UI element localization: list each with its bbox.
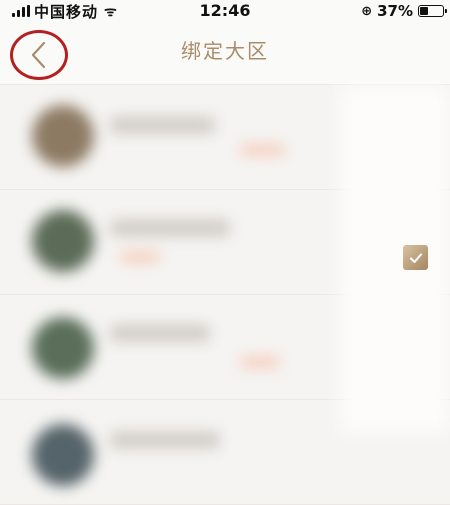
status-right: ⊕ 37%: [361, 0, 447, 22]
blurred-tag: [120, 252, 160, 262]
avatar: [32, 105, 94, 167]
rotation-lock-icon: ⊕: [361, 3, 373, 19]
status-bar: 中国移动 ᯤ 12:46 ⊕ 37%: [0, 0, 450, 22]
checkmark-icon: [409, 253, 422, 263]
battery-fill: [420, 7, 428, 15]
avatar: [32, 210, 94, 272]
avatar: [32, 317, 94, 379]
navigation-bar: 绑定大区: [0, 22, 450, 85]
battery-percent: 37%: [377, 2, 413, 20]
selected-checkbox[interactable]: [403, 245, 428, 270]
battery-icon: [418, 5, 447, 17]
blurred-text: [110, 325, 210, 341]
blurred-text: [110, 117, 215, 133]
blurred-tag: [240, 357, 280, 367]
blurred-text: [110, 432, 220, 448]
avatar: [32, 424, 94, 486]
blurred-backdrop: [340, 85, 450, 433]
blurred-text: [110, 220, 230, 236]
page-title: 绑定大区: [181, 39, 269, 63]
blurred-tag: [240, 145, 285, 155]
